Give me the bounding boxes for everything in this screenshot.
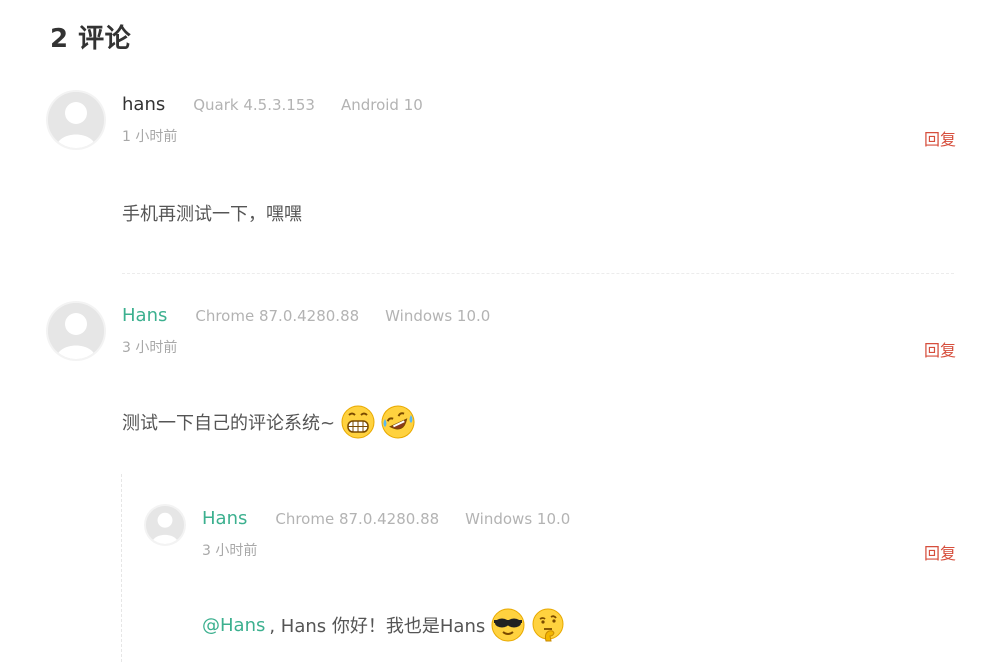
comments-heading: 2 评论 (50, 24, 132, 54)
thinking-emoji-icon (531, 608, 565, 642)
comment-text: 手机再测试一下，嘿嘿 (122, 200, 302, 226)
browser-agent: Quark 4.5.3.153 (193, 96, 315, 114)
default-avatar-icon (48, 92, 104, 148)
comment-author[interactable]: Hans (202, 508, 247, 529)
comment-body: , Hans 你好！我也是Hans (269, 616, 486, 637)
default-avatar-icon (146, 506, 184, 544)
browser-agent: Chrome 87.0.4280.88 (275, 510, 440, 528)
sunglasses-emoji-icon (491, 608, 525, 642)
mention-link[interactable]: @Hans (202, 615, 265, 636)
nested-thread-line (121, 474, 122, 662)
comment-time: 3 小时前 (202, 543, 258, 559)
comment-body: 手机再测试一下，嘿嘿 (122, 204, 302, 225)
avatar[interactable] (48, 92, 104, 148)
grin-emoji-icon (341, 405, 375, 439)
reply-button[interactable]: 回复 (924, 540, 956, 564)
comment-body: 测试一下自己的评论系统~ (122, 413, 336, 434)
comment-meta: hans Quark 4.5.3.153 Android 10 (122, 94, 423, 115)
comment-divider (122, 273, 954, 274)
os-agent: Windows 10.0 (465, 510, 571, 528)
comment-text: @Hans , Hans 你好！我也是Hans (202, 608, 565, 642)
comment-time: 3 小时前 (122, 340, 178, 356)
os-agent: Windows 10.0 (385, 307, 491, 325)
reply-button[interactable]: 回复 (924, 337, 956, 361)
comment-meta: Hans Chrome 87.0.4280.88 Windows 10.0 (202, 508, 570, 529)
comment-meta: Hans Chrome 87.0.4280.88 Windows 10.0 (122, 305, 490, 326)
comment-author[interactable]: Hans (122, 305, 167, 326)
reply-button[interactable]: 回复 (924, 126, 956, 150)
os-agent: Android 10 (340, 96, 423, 114)
avatar[interactable] (146, 506, 184, 544)
comment-author[interactable]: hans (122, 94, 165, 115)
default-avatar-icon (48, 303, 104, 359)
comment-time: 1 小时前 (122, 129, 178, 145)
laugh-crying-emoji-icon (381, 405, 415, 439)
browser-agent: Chrome 87.0.4280.88 (195, 307, 360, 325)
avatar[interactable] (48, 303, 104, 359)
comment-text: 测试一下自己的评论系统~ (122, 405, 415, 439)
